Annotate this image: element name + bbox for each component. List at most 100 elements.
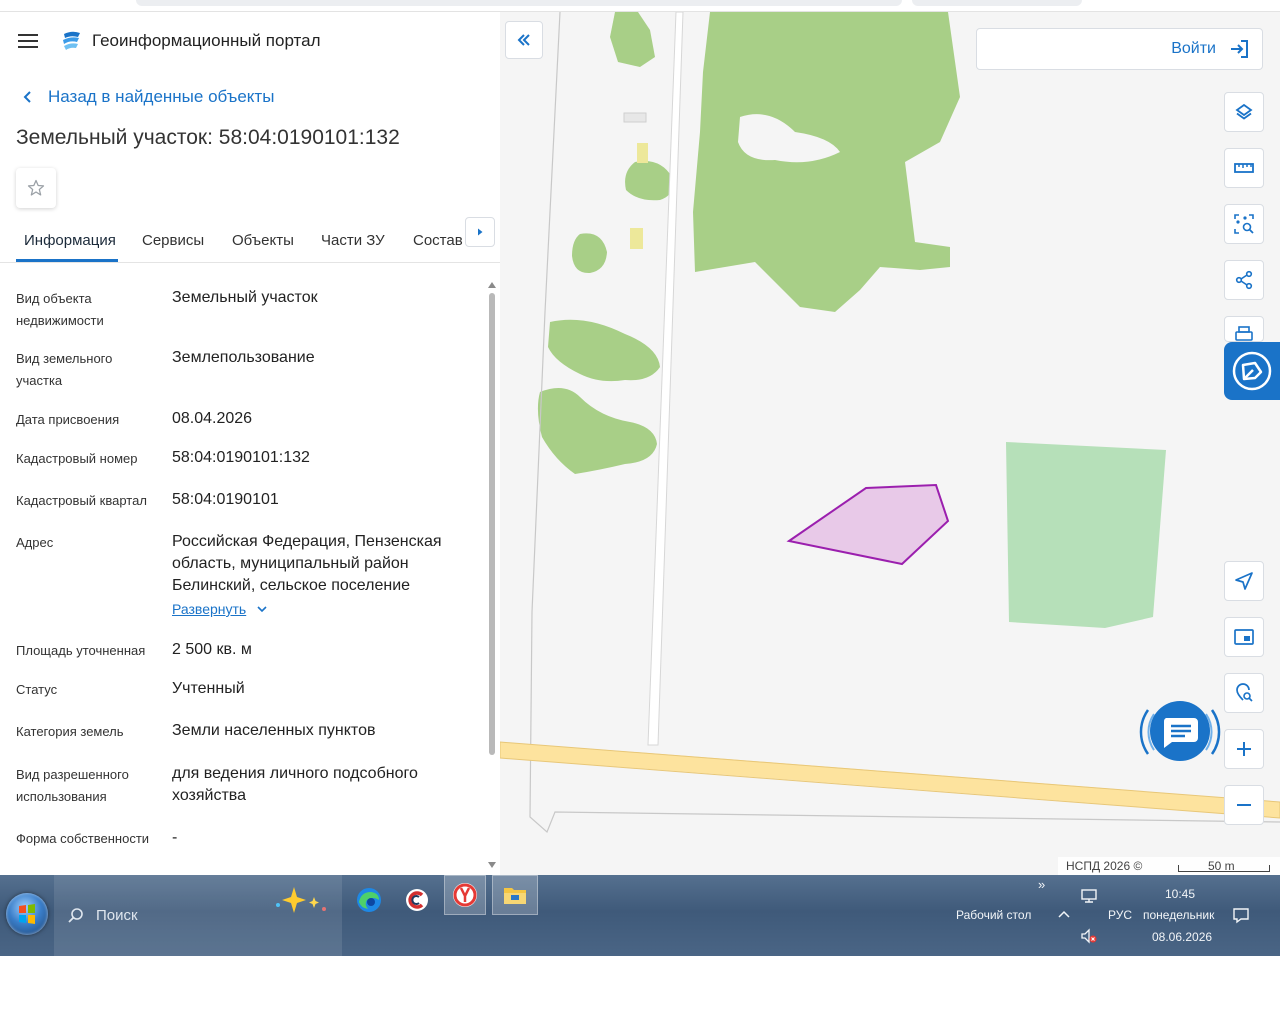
clock-time[interactable]: 10:45 [1165, 887, 1195, 901]
favorite-button[interactable] [16, 168, 56, 208]
zoom-in-button[interactable] [1224, 729, 1264, 769]
property-label: Категория земель [16, 724, 124, 739]
scale-label: 50 m [1208, 859, 1235, 873]
volume-muted-icon[interactable] [1080, 928, 1098, 944]
login-icon [1231, 40, 1248, 58]
clock-date[interactable]: 08.06.2026 [1152, 930, 1212, 944]
active-tab-indicator [16, 259, 118, 262]
tab-services[interactable]: Сервисы [142, 232, 204, 249]
forest-area [610, 12, 655, 67]
area-search-button[interactable] [1224, 204, 1264, 244]
windows-taskbar: Поиск » Рабочий стол РУС 10:45 понедельн… [0, 875, 1280, 956]
navigation-arrow-icon [1235, 572, 1253, 590]
location-search-icon [1236, 683, 1253, 702]
tabs-bar: Информация Сервисы Объекты Части ЗУ Сост… [0, 222, 500, 263]
caret-right-icon [478, 228, 483, 236]
scroll-down-arrow[interactable] [488, 862, 496, 868]
address-value: Российская Федерация, Пензенская область… [172, 533, 442, 594]
property-label: Кадастровый номер [16, 451, 138, 466]
portal-title: Геоинформационный портал [92, 31, 321, 50]
empty-area [0, 956, 1280, 1024]
expand-address-link[interactable]: Развернуть [172, 601, 268, 617]
tab-information[interactable]: Информация [24, 232, 116, 249]
minus-icon [1237, 804, 1251, 806]
property-label: Кадастровый квартал [16, 493, 147, 508]
geo-search-button[interactable] [1224, 673, 1264, 713]
tray-overflow-icon[interactable]: » [1038, 877, 1045, 892]
minimap-button[interactable] [1224, 617, 1264, 657]
my-location-button[interactable] [1224, 561, 1264, 601]
support-chat-button[interactable] [1136, 688, 1224, 776]
login-button[interactable]: Войти [976, 28, 1263, 70]
building [630, 228, 643, 249]
sparkle-icon [276, 887, 326, 913]
minimap-icon [1234, 629, 1254, 645]
back-to-results-link[interactable]: Назад в найденные объекты [20, 86, 274, 108]
scroll-thumb[interactable] [489, 293, 495, 755]
gosuslugi-widget-button[interactable] [1224, 342, 1280, 400]
portal-logo-icon [63, 31, 80, 50]
building [637, 143, 648, 163]
forest-area [572, 233, 607, 274]
login-label: Войти [1171, 40, 1216, 57]
ruler-icon [1234, 163, 1254, 173]
notifications-icon[interactable] [1232, 906, 1250, 924]
search-placeholder: Поиск [96, 907, 138, 924]
forest-area [693, 12, 960, 312]
forest-area [625, 161, 673, 201]
browser-top-strip [0, 0, 1280, 12]
status-value: Учтенный [172, 680, 245, 697]
property-label: Вид разрешенного использования [16, 767, 129, 804]
map-attribution: НСПД 2026 © 50 m [1058, 857, 1280, 875]
expand-label: Развернуть [172, 601, 247, 617]
start-button[interactable] [6, 893, 48, 935]
network-icon[interactable] [1080, 888, 1098, 904]
menu-icon[interactable] [18, 33, 38, 49]
back-link-label: Назад в найденные объекты [48, 87, 275, 106]
search-icon [68, 907, 83, 923]
browser-extension-bar[interactable] [912, 0, 1082, 6]
chevron-up-icon[interactable] [1057, 909, 1071, 919]
ccleaner-icon [406, 889, 428, 911]
property-label: Дата присвоения [16, 412, 120, 427]
object-title: Земельный участок: 58:04:0190101:132 [16, 126, 400, 149]
tab-parts[interactable]: Части ЗУ [321, 232, 385, 249]
yandex-browser-button[interactable] [444, 875, 486, 915]
copilot-sparkle-button[interactable] [272, 880, 332, 920]
edge-browser-button[interactable] [349, 880, 389, 920]
layers-button[interactable] [1224, 92, 1264, 132]
zoom-out-button[interactable] [1224, 785, 1264, 825]
scroll-up-arrow[interactable] [488, 282, 496, 288]
tab-composition[interactable]: Состав [413, 232, 463, 249]
language-indicator[interactable]: РУС [1108, 908, 1132, 922]
file-explorer-button[interactable] [492, 875, 538, 915]
share-button[interactable] [1224, 260, 1264, 300]
property-label: Площадь уточненная [16, 643, 146, 658]
print-button[interactable] [1224, 316, 1264, 342]
browser-address-bar[interactable] [136, 0, 902, 6]
tabs-scroll-right-button[interactable] [465, 217, 495, 247]
chevron-left-icon [23, 91, 31, 103]
property-label: Вид объекта недвижимости [16, 291, 104, 328]
plus-icon [1237, 742, 1251, 756]
tab-objects[interactable]: Объекты [232, 232, 294, 249]
panel-scrollbar[interactable] [486, 280, 498, 875]
select-area-icon [1234, 214, 1254, 234]
star-icon [27, 179, 45, 196]
property-label: Форма собственности [16, 831, 150, 846]
property-label: Вид земельного участка [16, 351, 113, 388]
property-value: 58:04:0190101:132 [172, 449, 310, 466]
share-icon [1235, 270, 1253, 290]
ccleaner-button[interactable] [397, 880, 437, 920]
property-value: Земли населенных пунктов [172, 722, 376, 739]
desktop-toolbar-label[interactable]: Рабочий стол [956, 908, 1031, 922]
edge-icon [357, 888, 381, 912]
windows-logo-icon [19, 904, 35, 924]
meadow-area [1006, 442, 1166, 628]
object-info-panel: Геоинформационный портал Назад в найденн… [0, 12, 500, 875]
property-value: Землепользование [172, 349, 315, 366]
clock-weekday[interactable]: понедельник [1143, 908, 1214, 922]
measure-button[interactable] [1224, 148, 1264, 188]
collapse-panel-button[interactable] [505, 21, 543, 59]
folder-icon [504, 888, 526, 904]
